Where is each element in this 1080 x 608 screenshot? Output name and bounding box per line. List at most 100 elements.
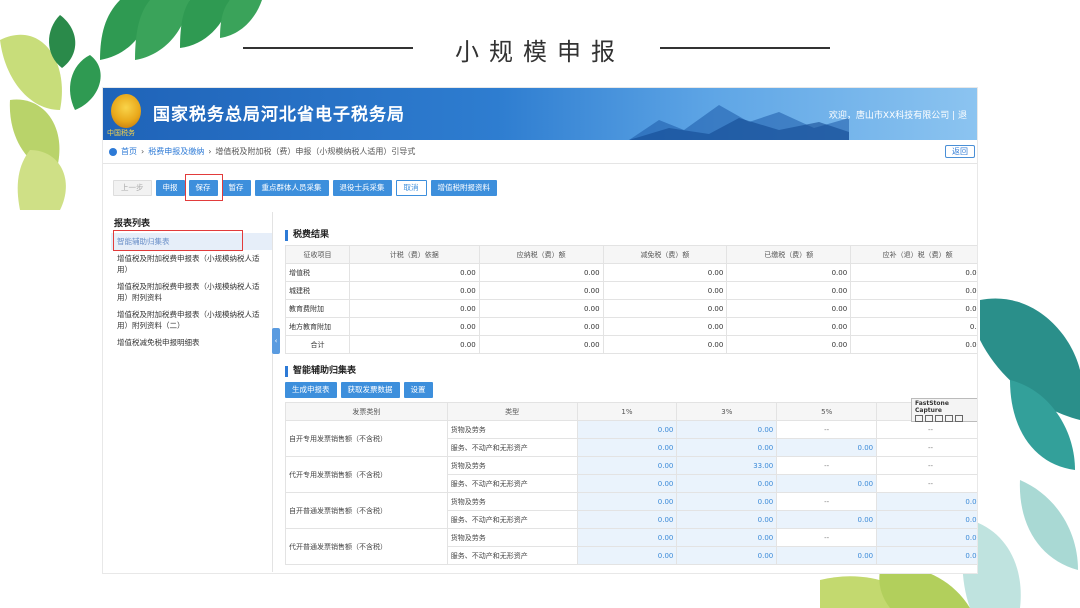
sidebar-report-item[interactable]: 增值税及附加税费申报表（小规模纳税人适用）附列资料（二） — [111, 306, 272, 334]
toolbar-button-4[interactable]: 重点群体人员采集 — [254, 180, 329, 196]
faststone-caption: FastStone Capture — [915, 400, 949, 414]
tax-amount-cell: 0.00 — [726, 335, 852, 354]
tax-amount-cell: 0.00 — [850, 263, 977, 282]
rate-amount-cell[interactable]: 0.00 — [776, 438, 878, 457]
rate-amount-cell[interactable]: -- — [876, 474, 977, 493]
tax-amount-cell: 0.00 — [602, 299, 728, 318]
assist-button-2[interactable]: 设置 — [403, 382, 433, 398]
sidebar-report-item[interactable]: 增值税及附加税费申报表（小规模纳税人适用）附列资料 — [111, 278, 272, 306]
rate-amount-cell[interactable]: -- — [776, 420, 878, 439]
tax-amount-cell: 0.00 — [478, 335, 604, 354]
capture-fullscreen-icon[interactable] — [945, 415, 953, 422]
tax-amount-cell: 0.00 — [602, 335, 728, 354]
tax-item-name: 城建税 — [285, 281, 350, 300]
rate-amount-cell[interactable]: 0.00 — [576, 492, 678, 511]
rate-amount-cell[interactable]: 0.00 — [576, 528, 678, 547]
rate-amount-cell[interactable]: 0.00 — [776, 510, 878, 529]
rate-amount-cell[interactable]: 0.00 — [576, 546, 678, 565]
rate-amount-cell[interactable]: -- — [876, 420, 977, 439]
capture-region-icon[interactable] — [935, 415, 943, 422]
sidebar-report-item[interactable]: 增值税及附加税费申报表（小规模纳税人适用） — [111, 250, 272, 278]
toolbar-button-5[interactable]: 退役士兵采集 — [332, 180, 392, 196]
sidebar-collapse-handle[interactable]: ‹ — [272, 328, 280, 354]
rate-amount-cell[interactable]: 0.00 — [576, 510, 678, 529]
rate-amount-cell[interactable]: 0.00 — [676, 474, 778, 493]
rate-amount-cell[interactable]: 0.00 — [876, 510, 977, 529]
slide-title-bar: 小规模申报 — [0, 30, 1080, 66]
assist-button-1[interactable]: 获取发票数据 — [340, 382, 400, 398]
rate-amount-cell[interactable]: 0.00 — [876, 492, 977, 511]
tax-amount-cell: 0.00 — [348, 263, 480, 282]
sidebar-highlight-box — [113, 230, 243, 251]
rate-amount-cell[interactable]: 0.00 — [676, 528, 778, 547]
rate-amount-cell[interactable]: 0.00 — [776, 474, 878, 493]
table-row: 自开专用发票销售额（不含税） 货物及劳务 0.00 0.00 -- -- — [285, 420, 977, 457]
capture-scroll-icon[interactable] — [955, 415, 963, 422]
rate-amount-cell[interactable]: 33.00 — [676, 456, 778, 475]
tax-result-header: 减免税（费）额 — [602, 245, 728, 264]
table-row: 教育费附加0.000.000.000.000.00 — [285, 299, 977, 318]
rate-amount-cell[interactable]: -- — [776, 528, 878, 547]
rate-amount-cell[interactable]: 0.00 — [776, 546, 878, 565]
assist-button-0[interactable]: 生成申报表 — [285, 382, 337, 398]
rate-amount-cell[interactable]: -- — [876, 438, 977, 457]
table-row: 代开普通发票销售额（不含税）货物及劳务0.000.00--0.00 — [285, 528, 977, 565]
rate-amount-cell[interactable]: -- — [876, 456, 977, 475]
table-row: 合计0.000.000.000.000.00 — [285, 335, 977, 354]
toolbar-button-3[interactable]: 暂存 — [221, 180, 251, 196]
tax-amount-cell: 0.00 — [348, 317, 480, 336]
rate-amount-cell[interactable]: -- — [776, 492, 878, 511]
tax-result-header: 计税（费）依据 — [348, 245, 480, 264]
capture-tool-icons — [912, 415, 977, 422]
tax-amount-cell: 0.00 — [850, 335, 977, 354]
rate-amount-cell[interactable]: 0.00 — [676, 492, 778, 511]
tax-amount-cell: 0.00 — [478, 281, 604, 300]
rate-amount-cell[interactable]: 0.00 — [576, 474, 678, 493]
breadcrumb-current: 增值税及附加税（费）申报（小规模纳税人适用）引导式 — [215, 147, 416, 156]
invoice-type: 服务、不动产和无形资产 — [446, 474, 578, 493]
invoice-category: 代开普通发票销售额（不含税） — [285, 528, 448, 565]
rate-amount-cell[interactable]: -- — [776, 456, 878, 475]
tax-amount-cell: 0.00 — [602, 281, 728, 300]
invoice-type: 服务、不动产和无形资产 — [446, 438, 578, 457]
toolbar-button-1[interactable]: 申报 — [155, 180, 185, 196]
rate-amount-cell[interactable]: 0.00 — [676, 510, 778, 529]
save-highlight-box — [185, 174, 223, 201]
tax-result-header: 征收项目 — [285, 245, 350, 264]
rate-amount-cell[interactable]: 0.00 — [576, 438, 678, 457]
assist-button-bar: 生成申报表 获取发票数据 设置 — [285, 382, 977, 398]
site-title: 国家税务总局河北省电子税务局 — [153, 105, 405, 125]
table-row: 城建税0.000.000.000.000.00 — [285, 281, 977, 300]
rate-amount-cell[interactable]: 0.00 — [876, 528, 977, 547]
back-button[interactable]: 返回 — [945, 145, 975, 158]
toolbar-button-0[interactable]: 上一步 — [113, 180, 152, 196]
assist-header: 5% — [776, 402, 878, 421]
tax-amount-cell: 0.00 — [602, 263, 728, 282]
breadcrumb-home[interactable]: 首页 — [121, 146, 137, 157]
assist-header: 3% — [676, 402, 778, 421]
capture-window-icon[interactable] — [915, 415, 923, 422]
rate-amount-cell[interactable]: 0.00 — [676, 420, 778, 439]
breadcrumb-tax-filing[interactable]: 税费申报及缴纳 — [148, 146, 204, 157]
rate-amount-cell[interactable]: 0.00 — [676, 438, 778, 457]
assist-summary-table: 发票类别 类型 1% 3% 5% 自开专用发票销售额（不含税） 货物及劳务 0.00 0.00-… — [285, 402, 977, 565]
tax-amount-cell: 0.00 — [348, 335, 480, 354]
rate-amount-cell[interactable]: 0.00 — [676, 546, 778, 565]
sidebar-report-item[interactable]: 增值税减免税申报明细表 — [111, 334, 272, 351]
rate-amount-cell[interactable]: 0.00 — [576, 456, 678, 475]
toolbar-button-7[interactable]: 增值税附报资料 — [430, 180, 497, 196]
tax-amount-cell: 0.0 — [850, 317, 977, 336]
faststone-capture-toolbar[interactable]: FastStone Capture — [911, 398, 977, 422]
tax-item-name: 合计 — [285, 335, 350, 354]
tax-emblem-icon — [111, 94, 141, 128]
tax-amount-cell: 0.00 — [726, 281, 852, 300]
home-icon — [109, 147, 117, 156]
table-row: 增值税0.000.000.000.000.00 — [285, 263, 977, 282]
rate-amount-cell[interactable]: 0.00 — [576, 420, 678, 439]
rate-amount-cell[interactable]: 0.00 — [876, 546, 977, 565]
capture-rect-icon[interactable] — [925, 415, 933, 422]
toolbar-button-6[interactable]: 取消 — [395, 180, 427, 196]
welcome-user-text[interactable]: 欢迎，唐山市XX科技有限公司 | 退 — [829, 108, 967, 121]
tax-amount-cell: 0.00 — [726, 299, 852, 318]
invoice-type: 货物及劳务 — [446, 528, 578, 547]
